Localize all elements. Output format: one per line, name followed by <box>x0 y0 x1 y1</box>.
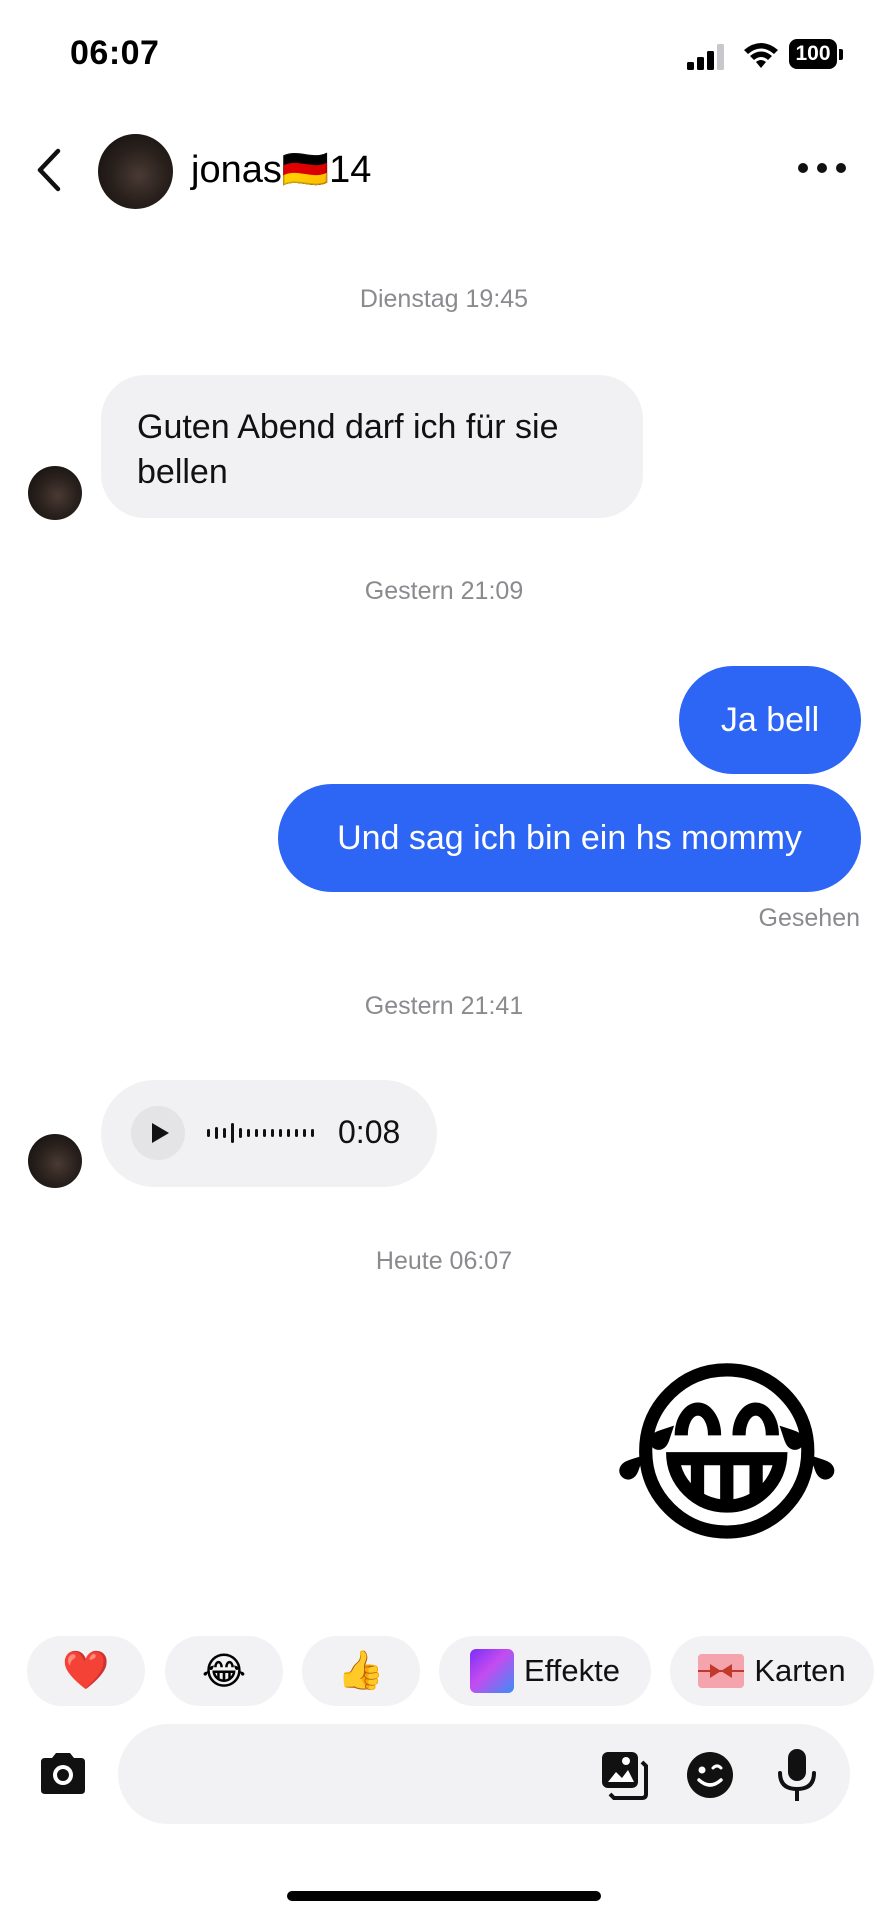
battery-level: 100 <box>789 39 837 69</box>
message-input-container[interactable] <box>118 1724 850 1826</box>
sender-avatar[interactable] <box>28 1134 82 1188</box>
timestamp: Dienstag 19:45 <box>359 285 529 313</box>
play-icon[interactable] <box>131 1106 185 1160</box>
waveform <box>207 1123 314 1143</box>
timestamp: Gestern 21:09 <box>364 577 524 605</box>
seen-status: Gesehen <box>758 904 860 932</box>
timestamp: Heute 06:07 <box>375 1247 513 1275</box>
thumbs-up-icon: 👍 <box>337 1650 385 1692</box>
karten-button[interactable]: Karten <box>670 1636 874 1706</box>
battery-icon: 100 <box>789 39 845 71</box>
contact-name[interactable]: jonas🇩🇪14 <box>191 148 371 192</box>
laugh-icon: 😂 <box>201 1650 247 1693</box>
voice-message[interactable]: 0:08 <box>101 1080 437 1187</box>
reaction-heart-button[interactable]: ❤️ <box>27 1636 145 1706</box>
sticker-icon[interactable] <box>685 1750 735 1800</box>
wifi-icon <box>744 43 778 68</box>
message-text: Guten Abend darf ich für sie bellen <box>137 408 559 491</box>
incoming-message[interactable]: Guten Abend darf ich für sie bellen <box>101 375 643 518</box>
reaction-thumbs-button[interactable]: 👍 <box>302 1636 420 1706</box>
emoji-message[interactable]: 😂 <box>610 1336 844 1576</box>
karten-thumbnail <box>698 1654 745 1688</box>
camera-icon[interactable] <box>37 1750 89 1796</box>
karten-label: Karten <box>754 1653 846 1688</box>
message-text: Und sag ich bin ein hs mommy <box>337 819 802 857</box>
effekte-thumbnail <box>470 1649 515 1693</box>
heart-icon: ❤️ <box>62 1650 110 1692</box>
effekte-button[interactable]: Effekte <box>439 1636 651 1706</box>
reaction-laugh-button[interactable]: 😂 <box>165 1636 283 1706</box>
home-indicator[interactable] <box>287 1891 601 1901</box>
mic-icon[interactable] <box>775 1747 819 1803</box>
back-arrow-icon[interactable] <box>30 145 74 195</box>
timestamp: Gestern 21:41 <box>364 992 524 1020</box>
status-time: 06:07 <box>70 34 160 72</box>
sender-avatar[interactable] <box>28 466 82 520</box>
message-input[interactable] <box>142 1724 576 1826</box>
gallery-icon[interactable] <box>600 1750 650 1800</box>
outgoing-message[interactable]: Und sag ich bin ein hs mommy <box>278 784 861 892</box>
effekte-label: Effekte <box>524 1653 620 1688</box>
signal-icon <box>687 44 724 70</box>
more-icon[interactable] <box>798 160 846 176</box>
contact-avatar[interactable] <box>98 134 173 209</box>
message-text: Ja bell <box>720 701 820 739</box>
outgoing-message[interactable]: Ja bell <box>679 666 861 774</box>
voice-duration: 0:08 <box>338 1114 401 1150</box>
